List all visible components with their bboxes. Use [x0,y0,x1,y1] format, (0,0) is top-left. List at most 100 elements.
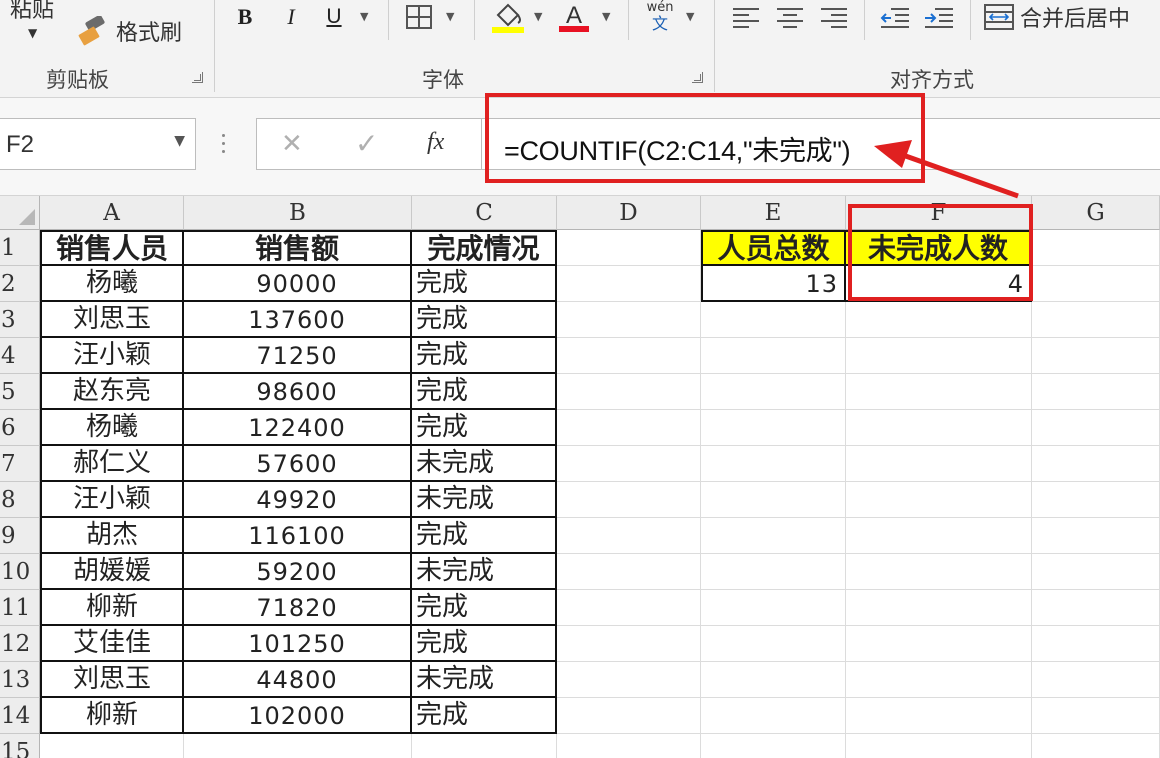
enter-icon[interactable]: ✓ [355,127,378,160]
increase-indent-button[interactable] [922,2,956,32]
cell-b9[interactable]: 116100 [184,518,412,554]
cell-b6[interactable]: 122400 [184,410,412,446]
cell-e9[interactable] [701,518,846,554]
bold-button[interactable]: B [232,2,258,32]
cell-g6[interactable] [1032,410,1160,446]
cell-a7[interactable]: 郝仁义 [40,446,184,482]
cell-f15[interactable] [846,734,1032,758]
cell-e4[interactable] [701,338,846,374]
phonetic-button[interactable]: wén 文 [640,0,680,36]
cell-a11[interactable]: 柳新 [40,590,184,626]
cell-g1[interactable] [1032,230,1160,266]
borders-button[interactable] [404,2,434,32]
paste-dropdown-icon[interactable]: ▼ [28,26,37,40]
cell-a4[interactable]: 汪小颖 [40,338,184,374]
cell-c15[interactable] [412,734,557,758]
name-box[interactable]: F2 ▼ [0,118,196,170]
format-painter-button[interactable]: 格式刷 [78,14,182,48]
cell-g12[interactable] [1032,626,1160,662]
row-header-6[interactable]: 6 [0,410,40,446]
cell-g8[interactable] [1032,482,1160,518]
cell-a12[interactable]: 艾佳佳 [40,626,184,662]
cell-g2[interactable] [1032,266,1160,302]
cell-b7[interactable]: 57600 [184,446,412,482]
cell-a13[interactable]: 刘思玉 [40,662,184,698]
cell-f14[interactable] [846,698,1032,734]
decrease-indent-button[interactable] [878,2,912,32]
column-header-d[interactable]: D [557,196,701,230]
underline-dropdown-icon[interactable]: ▼ [360,10,368,23]
cell-c11[interactable]: 完成 [412,590,557,626]
cell-b13[interactable]: 44800 [184,662,412,698]
cell-d1[interactable] [557,230,701,266]
cell-e14[interactable] [701,698,846,734]
cell-c1[interactable]: 完成情况 [412,230,557,266]
cell-f13[interactable] [846,662,1032,698]
cell-d11[interactable] [557,590,701,626]
row-header-15[interactable]: 15 [0,734,40,758]
cell-g9[interactable] [1032,518,1160,554]
cell-g3[interactable] [1032,302,1160,338]
cell-g4[interactable] [1032,338,1160,374]
row-header-3[interactable]: 3 [0,302,40,338]
italic-button[interactable]: I [278,2,304,32]
cell-e7[interactable] [701,446,846,482]
cell-f8[interactable] [846,482,1032,518]
merge-center-button[interactable]: 合并后居中 [984,2,1130,32]
cell-a1[interactable]: 销售人员 [40,230,184,266]
cell-b12[interactable]: 101250 [184,626,412,662]
cell-c10[interactable]: 未完成 [412,554,557,590]
cell-b3[interactable]: 137600 [184,302,412,338]
cell-b1[interactable]: 销售额 [184,230,412,266]
cell-f12[interactable] [846,626,1032,662]
cell-e2[interactable]: 13 [701,266,846,302]
cell-e1[interactable]: 人员总数 [701,230,846,266]
cell-a8[interactable]: 汪小颖 [40,482,184,518]
cell-d15[interactable] [557,734,701,758]
cell-c6[interactable]: 完成 [412,410,557,446]
cell-d14[interactable] [557,698,701,734]
column-header-e[interactable]: E [701,196,846,230]
column-header-b[interactable]: B [184,196,412,230]
fill-color-button[interactable] [488,2,528,33]
cell-f6[interactable] [846,410,1032,446]
cell-d8[interactable] [557,482,701,518]
font-color-dropdown-icon[interactable]: ▼ [602,10,610,23]
cell-a6[interactable]: 杨曦 [40,410,184,446]
row-header-11[interactable]: 11 [0,590,40,626]
cell-b10[interactable]: 59200 [184,554,412,590]
cell-f4[interactable] [846,338,1032,374]
phonetic-dropdown-icon[interactable]: ▼ [686,10,694,23]
cell-d2[interactable] [557,266,701,302]
row-header-13[interactable]: 13 [0,662,40,698]
cell-b14[interactable]: 102000 [184,698,412,734]
row-header-9[interactable]: 9 [0,518,40,554]
cell-d9[interactable] [557,518,701,554]
row-header-7[interactable]: 7 [0,446,40,482]
cell-e15[interactable] [701,734,846,758]
cell-f5[interactable] [846,374,1032,410]
cell-d5[interactable] [557,374,701,410]
borders-dropdown-icon[interactable]: ▼ [446,10,454,23]
row-header-8[interactable]: 8 [0,482,40,518]
cell-e13[interactable] [701,662,846,698]
cell-c9[interactable]: 完成 [412,518,557,554]
cell-e10[interactable] [701,554,846,590]
cell-b11[interactable]: 71820 [184,590,412,626]
cell-a15[interactable] [40,734,184,758]
cell-a9[interactable]: 胡杰 [40,518,184,554]
cell-g10[interactable] [1032,554,1160,590]
cell-a5[interactable]: 赵东亮 [40,374,184,410]
cell-e12[interactable] [701,626,846,662]
underline-button[interactable]: U [320,2,348,32]
cell-g5[interactable] [1032,374,1160,410]
cell-d6[interactable] [557,410,701,446]
paste-button[interactable]: 粘贴 [10,0,54,24]
cell-g14[interactable] [1032,698,1160,734]
cell-e6[interactable] [701,410,846,446]
cell-d12[interactable] [557,626,701,662]
cell-g11[interactable] [1032,590,1160,626]
cell-b4[interactable]: 71250 [184,338,412,374]
column-header-a[interactable]: A [40,196,184,230]
row-header-4[interactable]: 4 [0,338,40,374]
